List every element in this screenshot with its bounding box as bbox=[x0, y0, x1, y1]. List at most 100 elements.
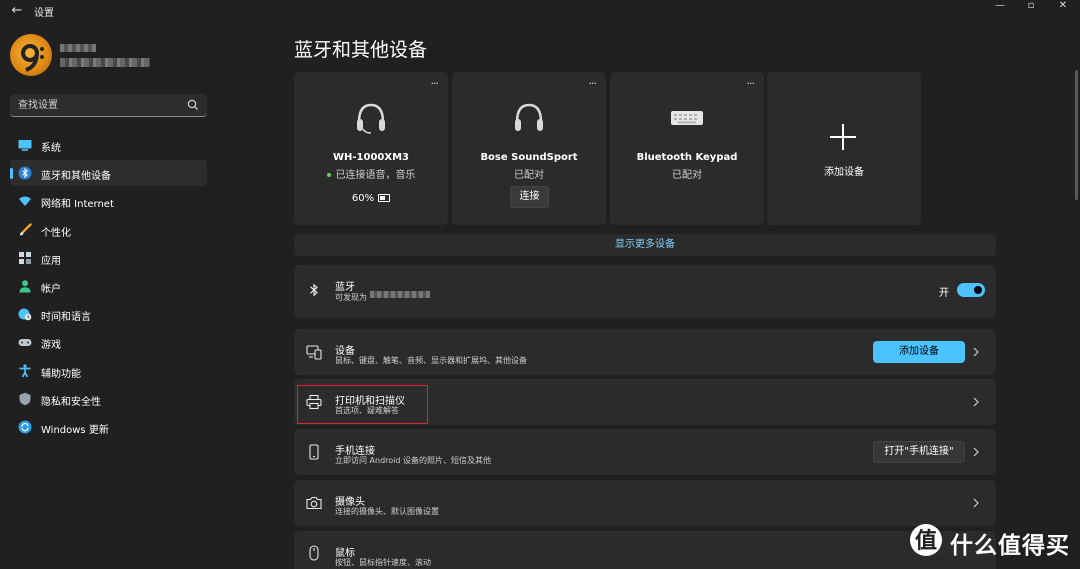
highlight-box bbox=[297, 385, 428, 424]
device-status-text: 已连接语音，音乐 bbox=[335, 170, 416, 181]
more-options-icon[interactable]: ··· bbox=[589, 77, 597, 90]
sidebar-item-label: Windows 更新 bbox=[41, 424, 109, 436]
connected-dot-icon bbox=[326, 173, 331, 177]
device-name: Bluetooth Keypad bbox=[636, 152, 738, 163]
close-icon[interactable]: ✕ bbox=[1048, 0, 1078, 12]
gamepad-icon bbox=[18, 339, 32, 347]
device-name-blurred bbox=[370, 291, 430, 298]
row-subtitle: 可发现为 bbox=[335, 293, 367, 302]
person-icon bbox=[19, 280, 31, 293]
phone-icon bbox=[309, 444, 319, 460]
sidebar-item-label: 隐私和安全性 bbox=[41, 396, 101, 408]
row-subtitle: 按钮、鼠标指针速度、滚动 bbox=[335, 558, 431, 567]
sidebar-item-windows-update[interactable]: Windows 更新 bbox=[10, 414, 207, 440]
add-device-card[interactable]: 添加设备 bbox=[767, 72, 921, 225]
update-icon bbox=[18, 420, 32, 434]
avatar[interactable] bbox=[10, 34, 52, 76]
open-phone-link-button[interactable]: 打开"手机连接" bbox=[873, 441, 965, 463]
row-subtitle: 鼠标、键盘、触笔、音频、显示器和扩展坞、其他设备 bbox=[335, 356, 527, 365]
monitor-icon bbox=[18, 140, 32, 151]
toggle-state-label: 开 bbox=[939, 288, 949, 299]
more-options-icon[interactable]: ··· bbox=[747, 77, 755, 90]
sidebar-item-label: 个性化 bbox=[41, 227, 71, 239]
sidebar-item-bluetooth[interactable]: 蓝牙和其他设备 bbox=[10, 160, 207, 187]
device-card-wh1000xm3[interactable]: ··· WH-1000XM3 已连接语音，音乐 60% bbox=[294, 72, 448, 225]
bluetooth-icon bbox=[18, 166, 32, 180]
devices-row[interactable]: 设备 鼠标、键盘、触笔、音频、显示器和扩展坞、其他设备 添加设备 bbox=[294, 329, 996, 375]
apps-icon bbox=[19, 251, 31, 264]
device-status: 已连接语音，音乐 bbox=[294, 166, 448, 181]
sidebar-nav: 系统 蓝牙和其他设备 网络和 Internet 个性化 应用 帐户 时间和语言 … bbox=[10, 132, 207, 442]
chevron-right-icon bbox=[973, 397, 979, 407]
device-status: 已配对 bbox=[672, 170, 702, 181]
sidebar-item-label: 帐户 bbox=[41, 283, 61, 295]
user-email-blurred bbox=[60, 58, 150, 67]
watermark-logo: 值 bbox=[910, 524, 942, 556]
sidebar-item-label: 应用 bbox=[41, 255, 61, 267]
sidebar-item-label: 辅助功能 bbox=[41, 368, 81, 380]
sidebar-item-accessibility[interactable]: 辅助功能 bbox=[10, 358, 207, 384]
device-name: WH-1000XM3 bbox=[332, 152, 409, 163]
camera-icon bbox=[306, 496, 322, 510]
bluetooth-toggle[interactable] bbox=[957, 283, 985, 297]
chevron-right-icon bbox=[973, 498, 979, 508]
more-options-icon[interactable]: ··· bbox=[431, 77, 439, 90]
search-box[interactable] bbox=[10, 94, 207, 117]
sidebar-item-label: 系统 bbox=[41, 143, 61, 154]
sidebar-item-privacy[interactable]: 隐私和安全性 bbox=[10, 386, 207, 412]
title-bar: ← 设置 — ▫ ✕ bbox=[0, 0, 1080, 24]
window-title: 设置 bbox=[34, 8, 54, 19]
sidebar-item-label: 时间和语言 bbox=[41, 312, 91, 324]
devices-icon bbox=[306, 345, 322, 360]
bluetooth-icon bbox=[310, 283, 318, 297]
page-title: 蓝牙和其他设备 bbox=[294, 39, 428, 61]
device-card-bose[interactable]: ··· Bose SoundSport 已配对 连接 bbox=[452, 72, 606, 225]
sidebar-item-system[interactable]: 系统 bbox=[10, 132, 207, 158]
shield-icon bbox=[19, 392, 31, 405]
svg-text:值: 值 bbox=[915, 528, 937, 554]
globe-clock-icon bbox=[18, 308, 32, 321]
row-title: 蓝牙 bbox=[335, 282, 355, 293]
sidebar-item-network[interactable]: 网络和 Internet bbox=[10, 188, 207, 214]
headphones-icon bbox=[357, 103, 385, 134]
sidebar-item-gaming[interactable]: 游戏 bbox=[10, 329, 207, 355]
search-input[interactable] bbox=[10, 94, 190, 117]
device-status: 已配对 bbox=[514, 170, 544, 181]
row-subtitle: 立即访问 Android 设备的照片、短信及其他 bbox=[335, 456, 492, 465]
sidebar-item-time-language[interactable]: 时间和语言 bbox=[10, 301, 207, 327]
battery-level: 60% bbox=[294, 193, 448, 204]
add-device-button[interactable]: 添加设备 bbox=[873, 341, 965, 363]
connect-button[interactable]: 连接 bbox=[510, 186, 549, 208]
device-card-keypad[interactable]: ··· Bluetooth Keypad 已配对 bbox=[610, 72, 764, 225]
sidebar-item-accounts[interactable]: 帐户 bbox=[10, 273, 207, 299]
watermark: 值 什么值得买 bbox=[910, 524, 1075, 559]
sidebar-item-personalization[interactable]: 个性化 bbox=[10, 217, 207, 243]
camera-row[interactable]: 摄像头 连接的摄像头、默认图像设置 bbox=[294, 480, 996, 526]
sidebar-item-label: 蓝牙和其他设备 bbox=[41, 171, 111, 183]
brush-icon bbox=[20, 222, 32, 236]
show-more-devices-link[interactable]: 显示更多设备 bbox=[294, 234, 996, 256]
sidebar-item-label: 游戏 bbox=[41, 340, 61, 352]
search-icon[interactable] bbox=[187, 99, 199, 111]
battery-icon bbox=[378, 194, 391, 202]
battery-text: 60% bbox=[351, 193, 375, 204]
user-name-blurred bbox=[60, 44, 96, 52]
scrollbar[interactable] bbox=[1075, 70, 1078, 200]
row-subtitle: 连接的摄像头、默认图像设置 bbox=[335, 507, 439, 516]
wifi-icon bbox=[19, 196, 31, 207]
mouse-row[interactable]: 鼠标 按钮、鼠标指针速度、滚动 bbox=[294, 531, 996, 569]
plus-icon bbox=[830, 124, 856, 150]
device-name: Bose SoundSport bbox=[480, 152, 578, 163]
headphones-icon bbox=[515, 103, 543, 131]
chevron-right-icon bbox=[973, 347, 979, 357]
minimize-icon[interactable]: — bbox=[985, 0, 1015, 12]
phone-link-row[interactable]: 手机连接 立即访问 Android 设备的照片、短信及其他 打开"手机连接" bbox=[294, 429, 996, 475]
keyboard-icon bbox=[671, 111, 703, 125]
accessibility-icon bbox=[19, 363, 31, 377]
restore-icon[interactable]: ▫ bbox=[1016, 0, 1046, 12]
back-arrow-icon[interactable]: ← bbox=[8, 3, 26, 19]
chevron-right-icon bbox=[973, 447, 979, 457]
add-device-label: 添加设备 bbox=[824, 167, 864, 178]
sidebar-item-apps[interactable]: 应用 bbox=[10, 245, 207, 271]
mouse-icon bbox=[309, 545, 319, 561]
